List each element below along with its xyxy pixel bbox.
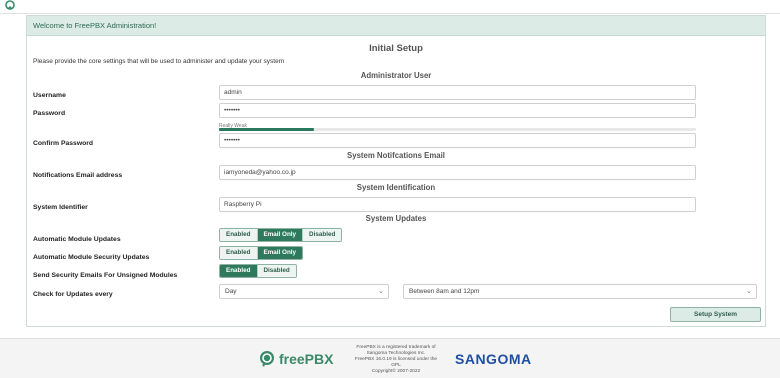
email-input[interactable]: iamyoneda@yahoo.co.jp [219,165,696,180]
username-label: Username [33,92,66,99]
check-updates-label: Check for Updates every [33,291,113,298]
page-title: Initial Setup [369,43,423,54]
auto-security-email-only-option[interactable]: Email Only [257,247,303,259]
password-label: Password [33,110,66,117]
update-frequency-select[interactable]: Day ⌄ [219,284,389,299]
update-frequency-value: Day [225,288,237,295]
chevron-down-icon: ⌄ [378,288,384,295]
section-admin-user: Administrator User [360,71,432,80]
auto-module-enabled-option[interactable]: Enabled [220,229,258,241]
auto-module-disabled-option[interactable]: Disabled [303,229,342,241]
setup-system-button[interactable]: Setup System [670,307,761,322]
freepbx-logo-icon[interactable] [4,0,16,10]
update-window-select[interactable]: Between 8am and 12pm ⌄ [403,284,757,299]
section-system-identification: System Identification [356,183,436,192]
freepbx-logo-text: freePBX [279,351,334,367]
legal-line: Copyright© 2007-2022 [371,369,421,374]
auto-module-updates-toggle: Enabled Email Only Disabled [219,228,343,242]
system-identifier-input[interactable]: Raspberry Pi [219,197,696,212]
auto-security-updates-toggle: Enabled Email Only [219,246,304,260]
footer: freePBX FreePBX is a registered trademar… [0,338,780,378]
freepbx-footer-logo[interactable]: freePBX [258,349,333,369]
update-window-value: Between 8am and 12pm [409,288,480,295]
email-label: Notifications Email address [33,172,123,179]
auto-security-enabled-option[interactable]: Enabled [220,247,258,259]
password-strength-fill [219,128,315,131]
auto-security-updates-label: Automatic Module Security Updates [33,254,150,261]
legal-text: FreePBX is a registered trademark of San… [350,345,442,375]
intro-text: Please provide the core settings that wi… [33,58,285,65]
auto-module-updates-label: Automatic Module Updates [33,236,121,243]
sangoma-logo[interactable]: SANGOMA [455,351,532,367]
top-bar [0,0,780,14]
chevron-down-icon: ⌄ [746,288,752,295]
setup-panel: Welcome to FreePBX Administration! Initi… [26,15,766,327]
panel-header: Welcome to FreePBX Administration! [27,16,765,36]
system-identifier-label: System Identifier [33,204,88,211]
unsigned-enabled-option[interactable]: Enabled [220,265,258,277]
password-strength-bar [219,128,696,131]
confirm-password-label: Confirm Password [33,140,94,147]
unsigned-modules-label: Send Security Emails For Unsigned Module… [33,272,178,279]
unsigned-disabled-option[interactable]: Disabled [257,265,296,277]
confirm-password-input[interactable]: ••••••• [219,133,696,148]
unsigned-modules-toggle: Enabled Disabled [219,264,297,278]
password-input[interactable]: ••••••• [219,103,696,118]
auto-module-email-only-option[interactable]: Email Only [257,229,304,241]
freepbx-logo-icon [260,351,274,367]
section-system-updates: System Updates [365,214,427,223]
section-notifications-email: System Notifcations Email [347,151,445,160]
username-input[interactable]: admin [219,85,696,100]
